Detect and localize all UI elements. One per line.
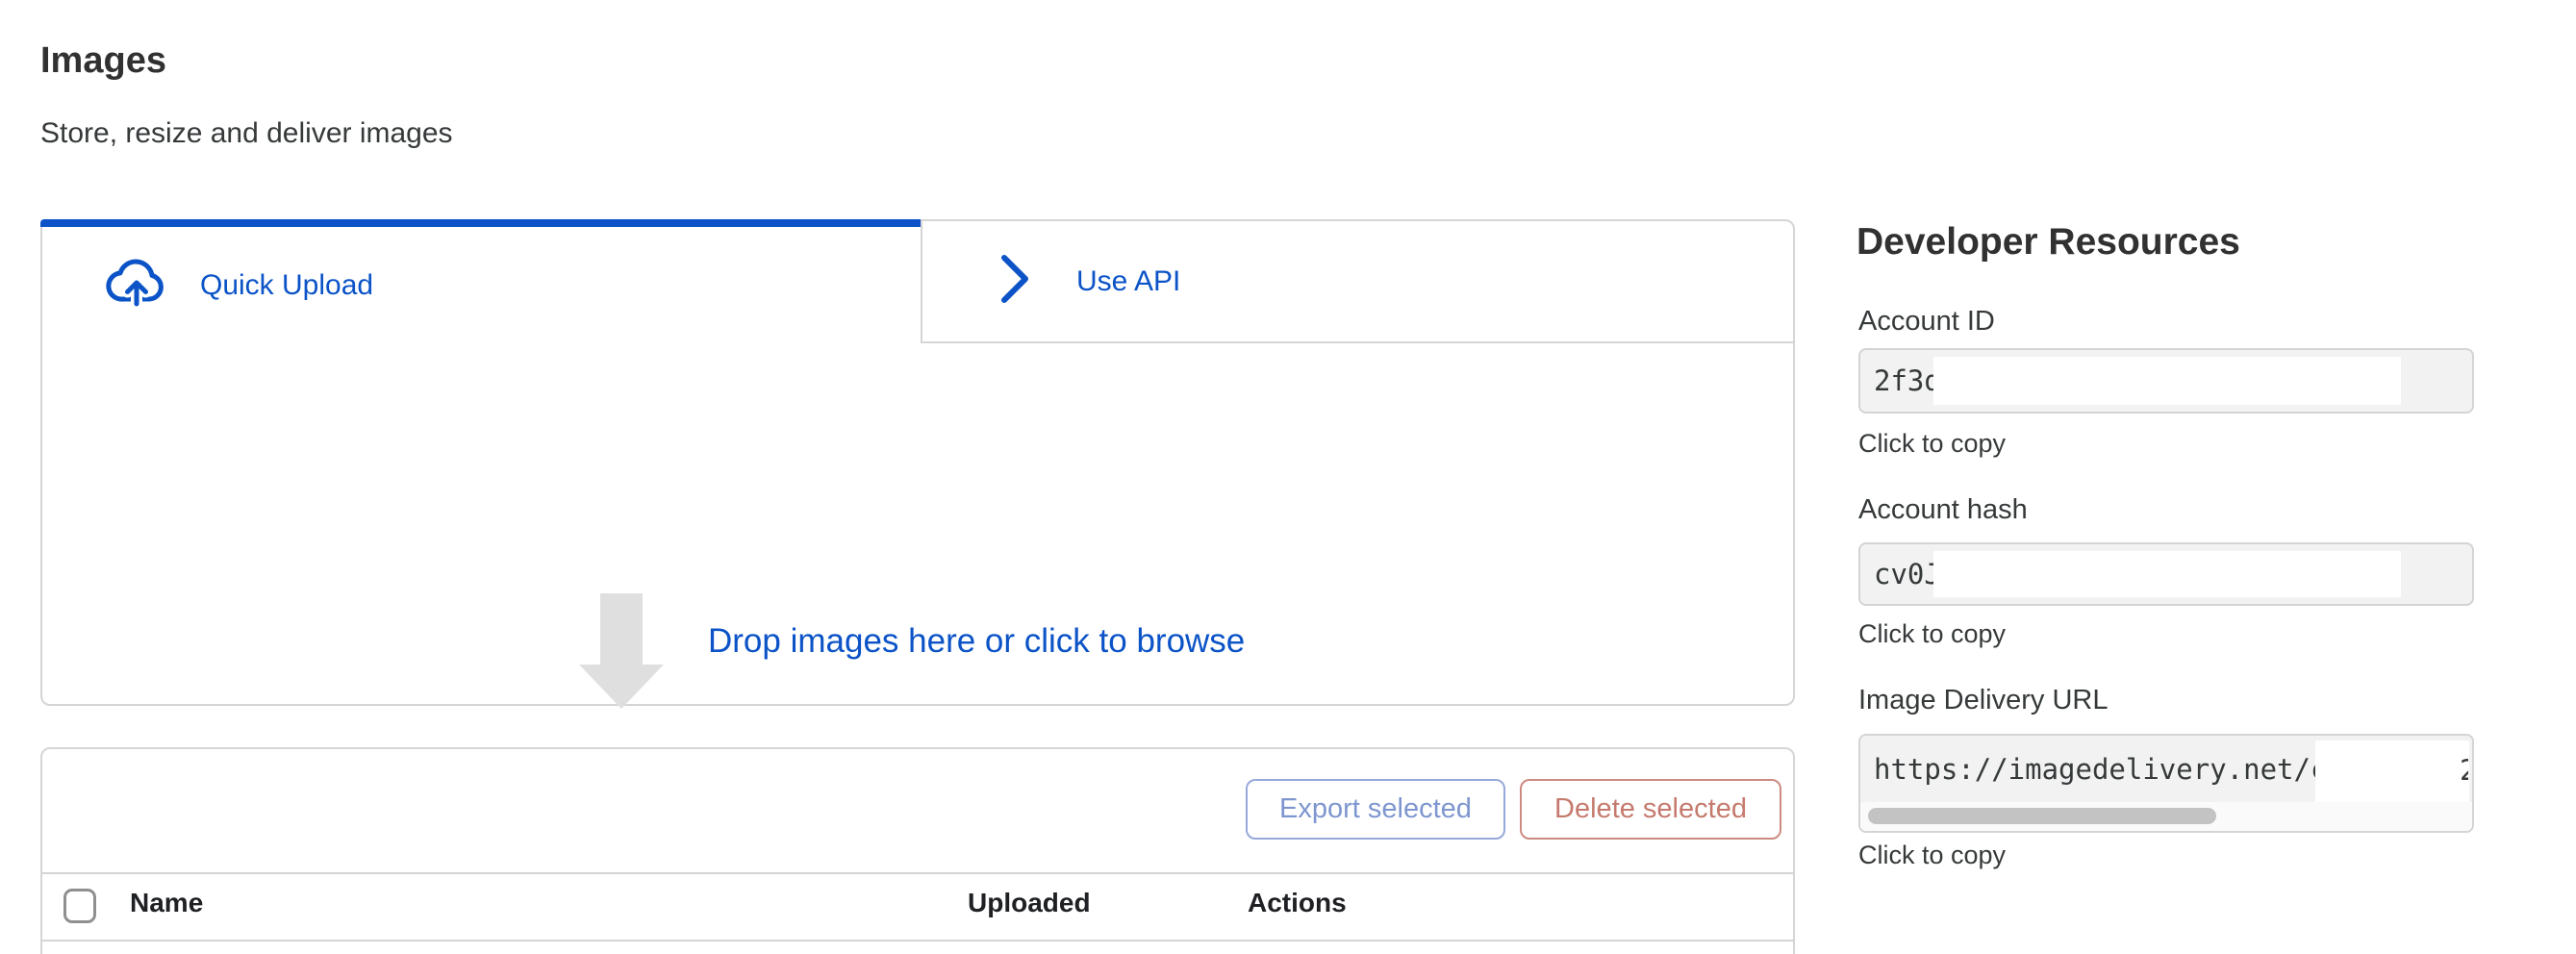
page-subtitle: Store, resize and deliver images xyxy=(40,117,453,150)
delete-selected-button[interactable]: Delete selected xyxy=(1520,779,1781,840)
horizontal-scrollbar-track xyxy=(1860,802,2472,831)
account-id-field[interactable]: 2f3d xyxy=(1858,348,2474,414)
tab-quick-upload[interactable]: Quick Upload xyxy=(40,227,921,343)
export-selected-button[interactable]: Export selected xyxy=(1246,779,1505,840)
account-id-label: Account ID xyxy=(1858,306,1995,338)
account-id-copy-hint: Click to copy xyxy=(1858,429,2006,459)
select-all-checkbox[interactable] xyxy=(63,889,96,923)
horizontal-scrollbar-thumb[interactable] xyxy=(1868,808,2216,824)
account-hash-value: cv0J xyxy=(1874,558,1941,590)
clipped-character: 2 xyxy=(2460,754,2468,789)
column-header-uploaded: Uploaded xyxy=(968,888,1091,918)
arrow-down-icon xyxy=(579,593,664,714)
image-delivery-url-row: https://imagedelivery.net/cv0JS 2 xyxy=(1860,736,2472,803)
image-delivery-url-label: Image Delivery URL xyxy=(1858,685,2108,716)
active-tab-indicator xyxy=(40,219,921,227)
page-title: Images xyxy=(40,40,166,82)
account-hash-label: Account hash xyxy=(1858,494,2028,526)
account-hash-field[interactable]: cv0J xyxy=(1858,542,2474,606)
redaction-overlay xyxy=(2315,741,2469,802)
image-delivery-url-field[interactable]: https://imagedelivery.net/cv0JS 2 xyxy=(1858,734,2474,833)
table-header-row: Name Uploaded Actions xyxy=(42,872,1793,940)
dropzone-label: Drop images here or click to browse xyxy=(708,622,1245,661)
tab-use-api[interactable]: Use API xyxy=(921,219,1795,343)
redaction-overlay xyxy=(1933,551,2401,597)
image-delivery-url-copy-hint: Click to copy xyxy=(1858,841,2006,870)
images-page: Images Store, resize and deliver images … xyxy=(0,0,2576,954)
column-header-actions: Actions xyxy=(1248,888,1347,918)
chevron-right-icon xyxy=(998,251,1032,312)
tab-quick-upload-label: Quick Upload xyxy=(200,269,373,302)
sidebar-title: Developer Resources xyxy=(1856,221,2240,264)
table-header-divider xyxy=(42,940,1793,941)
image-list-card: Export selected Delete selected Name Upl… xyxy=(40,747,1795,954)
redaction-overlay xyxy=(1933,357,2401,405)
account-id-value: 2f3d xyxy=(1874,364,1941,397)
tab-use-api-label: Use API xyxy=(1076,265,1180,298)
upload-panel: Quick Upload Use API Drop images here or… xyxy=(40,219,1795,706)
dropzone[interactable]: Drop images here or click to browse xyxy=(40,343,1795,706)
column-header-name: Name xyxy=(130,888,203,918)
account-hash-copy-hint: Click to copy xyxy=(1858,619,2006,649)
cloud-upload-icon xyxy=(106,259,167,312)
